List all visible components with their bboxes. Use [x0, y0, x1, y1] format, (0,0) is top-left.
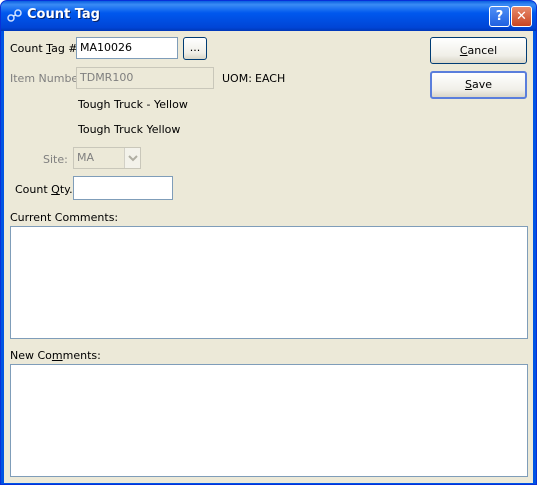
new-comments-label-part1: New Co — [10, 349, 52, 362]
cancel-label: ancel — [467, 44, 498, 57]
uom-label: UOM: — [222, 72, 252, 85]
chevron-down-icon — [124, 148, 140, 168]
count-tag-label: Count Tag #: — [10, 42, 81, 55]
save-button[interactable]: Save — [430, 71, 527, 99]
count-qty-input[interactable] — [73, 176, 173, 200]
uom-value: EACH — [255, 72, 286, 85]
new-comments-label-mnemonic: m — [51, 349, 63, 362]
current-comments-label: Current Comments: — [10, 211, 119, 224]
item-description-2: Tough Truck Yellow — [78, 123, 181, 136]
item-number-input: TDMR100 — [76, 67, 214, 89]
save-mnemonic: S — [464, 78, 472, 91]
new-comments-label: New Comments: — [10, 349, 101, 362]
count-tag-window: Count Tag ? ✕ Count Tag #: MA10026 ... I… — [0, 0, 537, 485]
close-button[interactable]: ✕ — [511, 6, 532, 27]
save-label: ave — [471, 78, 492, 91]
count-tag-input[interactable]: MA10026 — [76, 37, 178, 59]
count-tag-label-part1: Count — [10, 42, 47, 55]
count-qty-label-part1: Count — [15, 183, 52, 196]
cancel-button[interactable]: Cancel — [430, 37, 527, 64]
new-comments-area[interactable] — [10, 364, 528, 477]
new-comments-label-part2: ments: — [62, 349, 101, 362]
help-button[interactable]: ? — [489, 6, 510, 27]
title-bar[interactable]: Count Tag ? ✕ — [1, 1, 536, 31]
current-comments-area[interactable] — [10, 226, 528, 339]
item-number-label: Item Number: — [10, 72, 87, 85]
cancel-mnemonic: C — [459, 44, 468, 57]
site-selected-value: MA — [77, 151, 95, 164]
item-description-1: Tough Truck - Yellow — [78, 98, 188, 111]
window-title: Count Tag — [27, 7, 100, 22]
count-qty-label: Count Qty.: — [15, 183, 76, 196]
app-icon — [7, 9, 22, 22]
site-select: MA — [73, 147, 141, 169]
site-label: Site: — [43, 153, 68, 166]
dialog-body: Count Tag #: MA10026 ... Item Number: TD… — [4, 31, 533, 483]
count-qty-label-mnemonic: Q — [51, 183, 60, 196]
count-tag-lookup-button[interactable]: ... — [183, 37, 207, 60]
